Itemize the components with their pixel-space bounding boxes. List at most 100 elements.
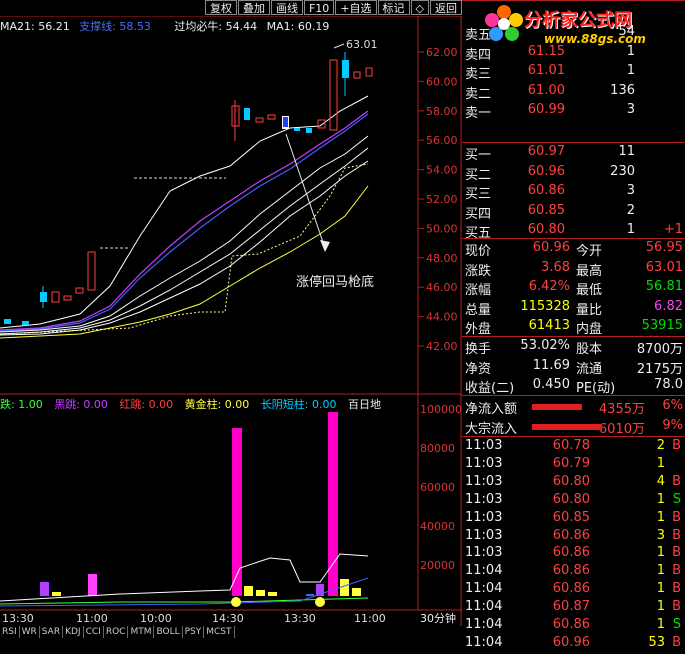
draw-line-button[interactable]: 画线	[270, 0, 303, 15]
restore-rights-button[interactable]: 复权	[204, 0, 237, 15]
buy-level-row[interactable]: 买一 60.97 11	[462, 144, 685, 163]
price-tick-label: 42.00	[426, 340, 458, 353]
tab-cci[interactable]: CCI	[84, 626, 104, 638]
diamond-button[interactable]: ◇	[410, 0, 429, 15]
stat-label: 外盘	[465, 322, 492, 338]
sell-level-row[interactable]: 卖五 54	[462, 24, 685, 43]
tick-row[interactable]: 11:03 60.79 1	[462, 456, 685, 475]
tick-side: B	[672, 527, 681, 543]
tick-side: S	[672, 491, 681, 507]
stat-value: 115328	[520, 298, 570, 314]
tab-mcst[interactable]: MCST	[204, 626, 235, 638]
mark-button[interactable]: 标记	[377, 0, 410, 15]
stat-row[interactable]: 总量 115328 量比 6.82	[462, 299, 685, 318]
stat-label: PE(动)	[576, 381, 616, 397]
stat-row[interactable]: 涨跌 3.68 最高 63.01	[462, 260, 685, 279]
tick-volume: 1	[656, 509, 665, 525]
stat-label: 内盘	[576, 322, 603, 338]
buy-level-row[interactable]: 买二 60.96 230	[462, 164, 685, 183]
stat-row[interactable]: 涨幅 6.42% 最低 56.81	[462, 279, 685, 298]
tick-price: 60.86	[552, 581, 590, 597]
tick-row[interactable]: 11:03 60.86 3 B	[462, 528, 685, 547]
tick-row[interactable]: 11:03 60.80 4 B	[462, 474, 685, 493]
tick-row[interactable]: 11:04 60.86 1 S	[462, 617, 685, 636]
price-tick-label: 44.00	[426, 311, 458, 324]
flow-row[interactable]: 大宗流入 6010万 9%	[462, 418, 685, 437]
tick-volume: 1	[656, 545, 665, 561]
buy-level-row[interactable]: 买三 60.86 3	[462, 183, 685, 202]
order-label: 卖二	[465, 86, 492, 102]
order-price: 61.00	[527, 82, 565, 98]
tick-time: 11:03	[465, 527, 503, 543]
order-label: 买二	[465, 167, 492, 183]
tick-row[interactable]: 11:04 60.87 1 B	[462, 599, 685, 618]
tab-wr[interactable]: WR	[20, 626, 40, 638]
time-tick-label: 11:00	[354, 612, 386, 625]
buy-level-row[interactable]: 买四 60.85 2	[462, 203, 685, 222]
f10-button[interactable]: F10	[303, 0, 335, 15]
stat-row[interactable]: 收益(二) 0.450 PE(动) 78.0	[462, 377, 685, 396]
flow-percent: 6%	[662, 398, 683, 413]
order-volume: 3	[626, 183, 635, 199]
stat-row[interactable]: 外盘 61413 内盘 53915	[462, 318, 685, 337]
tab-sar[interactable]: SAR	[40, 626, 64, 638]
order-extra: +1	[663, 222, 683, 238]
tick-price: 60.86	[552, 563, 590, 579]
add-watchlist-button[interactable]: +自选	[335, 0, 377, 15]
tick-time: 11:04	[465, 581, 503, 597]
quote-panel: 分析家公式网 www.88gs.com 卖五 54 卖四 61.15 1 卖三 61.01 1…	[462, 0, 685, 650]
time-tick-label: 14:30	[212, 612, 244, 625]
stat-row[interactable]: 换手 53.02% 股本 8700万	[462, 338, 685, 357]
tick-row[interactable]: 11:03 60.85 1 B	[462, 510, 685, 529]
stat-label: 换手	[465, 342, 492, 357]
tick-row[interactable]: 11:03 60.80 1 S	[462, 492, 685, 511]
flow-row[interactable]: 净流入额 4355万 6%	[462, 398, 685, 417]
stat-value: 53.02%	[520, 338, 570, 353]
tick-row[interactable]: 11:04 60.86 1 B	[462, 563, 685, 582]
sell-level-row[interactable]: 卖四 61.15 1	[462, 44, 685, 63]
ma-line-blue	[0, 113, 369, 332]
tick-price: 60.80	[552, 473, 590, 489]
sell-level-row[interactable]: 卖一 60.99 3	[462, 102, 685, 121]
volume-tick-label: 20000	[420, 559, 455, 572]
order-price: 60.86	[527, 183, 565, 199]
tab-mtm[interactable]: MTM	[128, 626, 155, 638]
overlay-button[interactable]: 叠加	[237, 0, 270, 15]
pattern-annotation: 涨停回马枪底	[296, 274, 374, 290]
tab-rsi[interactable]: RSI	[0, 626, 20, 638]
order-label: 卖五	[465, 28, 492, 43]
stat-label: 最低	[576, 283, 603, 299]
tab-kdj[interactable]: KDJ	[63, 626, 84, 638]
sell-level-row[interactable]: 卖三 61.01 1	[462, 63, 685, 82]
back-button[interactable]: 返回	[430, 0, 462, 15]
tick-row[interactable]: 11:03 60.86 1 B	[462, 545, 685, 564]
stat-value: 11.69	[532, 357, 570, 373]
tab-psy[interactable]: PSY	[183, 626, 205, 638]
kline-chart[interactable]: 62.00 60.00 58.00 56.00 54.00 52.00 50.00 48.00…	[0, 16, 462, 626]
ma-line-purple	[0, 110, 369, 331]
tick-volume: 53	[648, 634, 665, 650]
stat-row[interactable]: 净资 11.69 流通 2175万	[462, 358, 685, 377]
volume-tick-label: 100000	[420, 403, 462, 416]
tick-side: B	[672, 599, 681, 615]
order-volume: 2	[626, 202, 635, 218]
price-tick-label: 54.00	[426, 164, 458, 177]
tick-time: 11:03	[465, 455, 503, 471]
stat-value: 2175万	[636, 361, 683, 377]
volume-legend-e: 长阴短柱: 0.00	[260, 398, 337, 411]
tab-boll[interactable]: BOLL	[154, 626, 183, 638]
price-tick-label: 52.00	[426, 193, 458, 206]
tick-row[interactable]: 11:04 60.86 1 B	[462, 581, 685, 600]
stat-row[interactable]: 现价 60.96 今开 56.95	[462, 240, 685, 259]
flow-bar	[532, 404, 582, 410]
volume-legend-f: 百日地	[348, 398, 382, 411]
period-label[interactable]: 30分钟	[420, 611, 456, 625]
stat-label: 股本	[576, 342, 603, 357]
stat-value: 56.81	[645, 279, 683, 295]
order-price: 60.97	[527, 144, 565, 159]
tab-roc[interactable]: ROC	[104, 626, 129, 638]
stat-label: 最高	[576, 263, 603, 279]
sell-level-row[interactable]: 卖二 61.00 136	[462, 83, 685, 102]
tick-row[interactable]: 11:03 60.78 2 B	[462, 438, 685, 457]
volume-legend: 跌: 1.00 黑跳: 0.00 红跳: 0.00 黄金柱: 0.00 长阴短柱…	[0, 396, 418, 411]
